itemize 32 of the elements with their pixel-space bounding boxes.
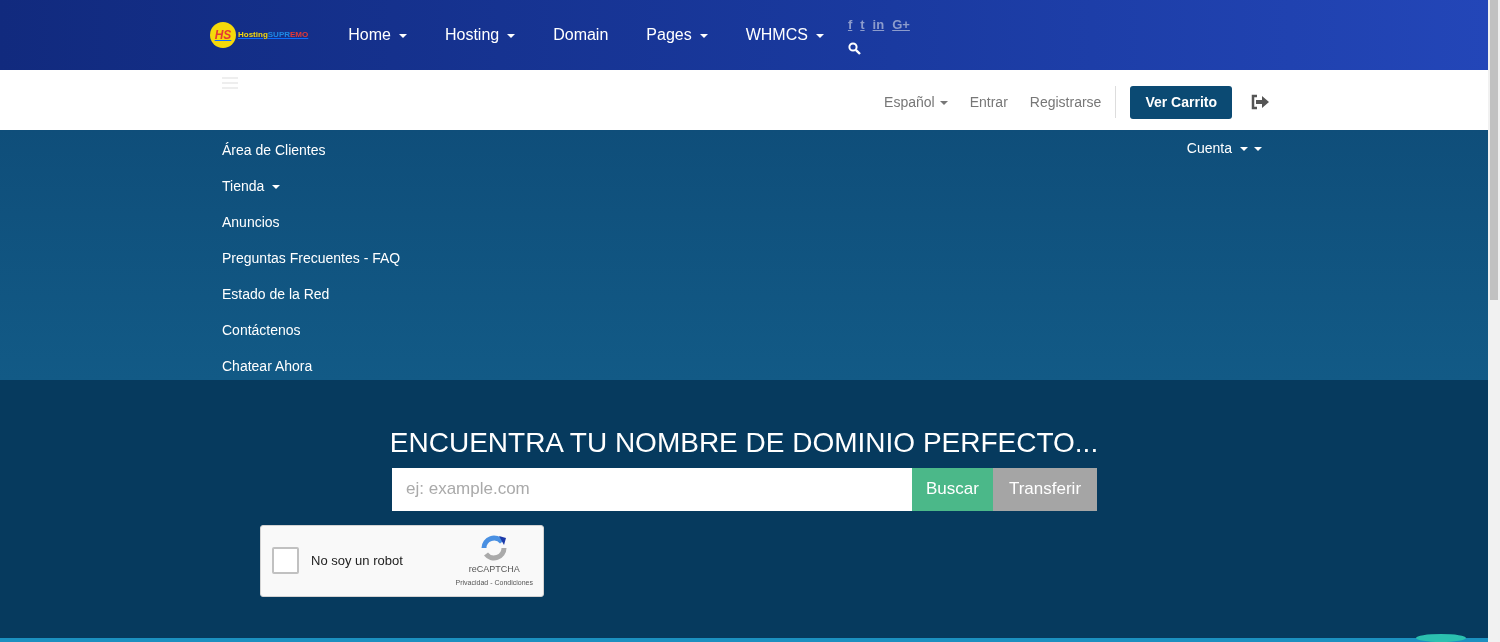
nav-link[interactable]: Preguntas Frecuentes - FAQ [222, 248, 401, 268]
recaptcha-brand: reCAPTCHA [468, 562, 520, 576]
domain-search-field[interactable]: ej: example.com [392, 467, 912, 511]
captcha-checkbox[interactable] [272, 547, 299, 575]
nav-link[interactable]: Estado de la Red [222, 284, 330, 304]
nav-link[interactable]: Home [348, 23, 407, 47]
language-dropdown[interactable]: Español [884, 91, 948, 113]
logo-text[interactable]: Hosting [238, 30, 268, 39]
nav-link[interactable]: Contáctenos [222, 320, 301, 340]
nav-link[interactable]: Pages [646, 23, 708, 47]
nav-link[interactable]: Hosting [444, 23, 516, 47]
nav-link[interactable]: Chatear Ahora [222, 356, 313, 376]
login-link[interactable]: Entrar [969, 91, 1008, 113]
cart-button[interactable]: Ver Carrito [1130, 85, 1232, 119]
caret-icon [939, 100, 948, 105]
account-dropdown[interactable]: Cuenta [1186, 138, 1262, 390]
search-icon[interactable] [847, 42, 861, 56]
chat-bubble[interactable] [1416, 634, 1466, 642]
nav-link[interactable]: Área de Clientes [222, 140, 326, 160]
nav-link[interactable]: Domain [553, 23, 609, 47]
social-link[interactable]: f [847, 14, 853, 35]
scrollbar-thumb[interactable] [1490, 0, 1498, 300]
nav-link[interactable]: Anuncios [222, 212, 280, 232]
nav-link[interactable]: WHMCS [745, 23, 824, 47]
nav-link[interactable]: Tienda [222, 176, 281, 196]
social-link[interactable]: G+ [892, 14, 910, 35]
captcha-label: No soy un robot [311, 551, 403, 570]
logout-icon[interactable] [1250, 94, 1270, 110]
search-heading: ENCUENTRA TU NOMBRE DE DOMINIO PERFECTO... [388, 426, 1100, 460]
social-link[interactable]: in [872, 14, 885, 35]
register-link[interactable]: Registrarse [1029, 91, 1102, 113]
social-link[interactable]: t [860, 14, 865, 35]
